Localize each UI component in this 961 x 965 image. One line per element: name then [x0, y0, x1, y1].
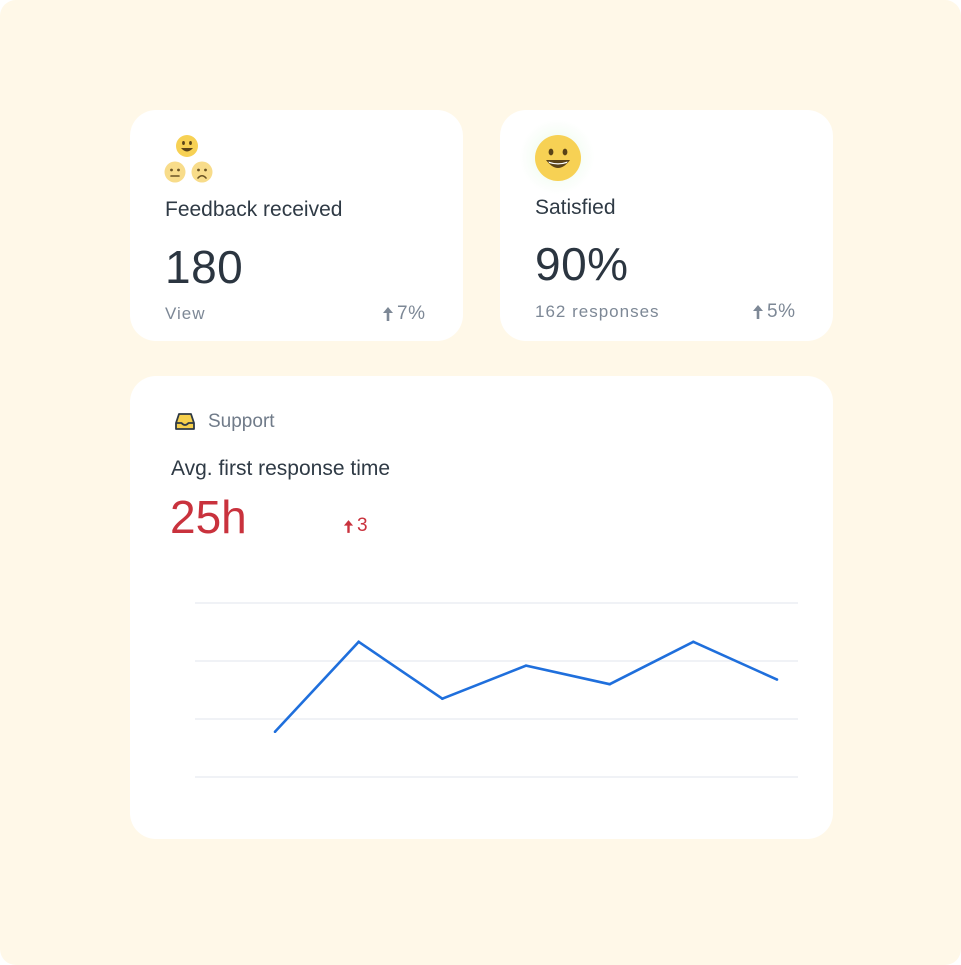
support-card: Support Avg. first response time 25h 3 — [130, 376, 833, 839]
satisfied-card: Satisfied 90% 162 responses 5% — [500, 110, 833, 341]
feedback-trend-value: 7% — [397, 303, 426, 324]
response-time-line-chart — [195, 602, 798, 778]
chart-data-point — [775, 678, 779, 681]
satisfied-trend: 5% — [752, 301, 795, 323]
satisfied-percent-value: 90% — [535, 238, 629, 290]
feedback-count-value: 180 — [165, 241, 244, 293]
feedback-trend: 7% — [382, 303, 425, 325]
happy-face-icon — [535, 135, 581, 181]
responses-count: 162 responses — [535, 302, 660, 321]
chart-data-point — [273, 730, 277, 734]
satisfied-trend-value: 5% — [767, 301, 796, 322]
smiley-faces-group-icon — [164, 135, 213, 183]
chart-data-point — [441, 697, 444, 700]
chart-data-point — [608, 682, 611, 686]
chart-data-point — [357, 640, 360, 644]
feedback-received-card: Feedback received 180 View 7% — [130, 110, 463, 341]
satisfied-card-title: Satisfied — [535, 196, 616, 219]
feedback-card-title: Feedback received — [165, 198, 343, 221]
view-link[interactable]: View — [165, 304, 206, 324]
arrow-up-icon — [753, 305, 763, 319]
chart-data-point — [524, 664, 528, 667]
chart-series-line — [274, 640, 778, 733]
arrow-up-icon — [383, 307, 393, 321]
chart-data-point — [692, 640, 695, 644]
